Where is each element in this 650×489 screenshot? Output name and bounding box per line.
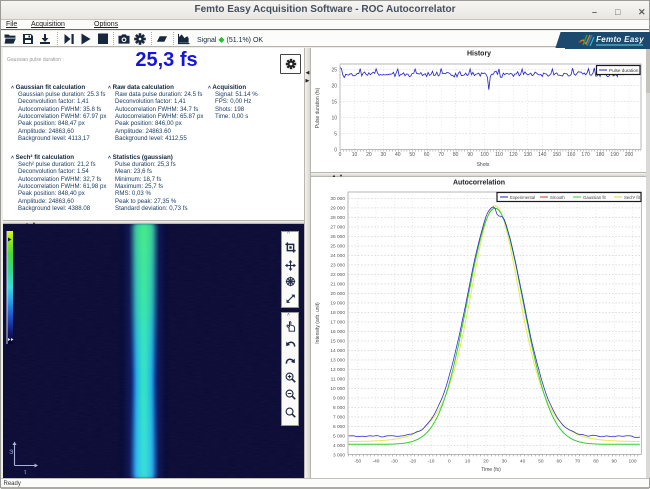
svg-text:12 000: 12 000 bbox=[330, 367, 345, 373]
svg-text:29 000: 29 000 bbox=[330, 206, 345, 212]
svg-text:150: 150 bbox=[553, 152, 562, 158]
svg-text:ω: ω bbox=[9, 449, 15, 454]
svg-text:22 000: 22 000 bbox=[330, 272, 345, 278]
svg-text:-40: -40 bbox=[373, 459, 380, 465]
svg-text:170: 170 bbox=[581, 152, 590, 158]
svg-text:Experimental: Experimental bbox=[510, 195, 535, 200]
svg-text:160: 160 bbox=[567, 152, 576, 158]
svg-text:60: 60 bbox=[557, 459, 563, 465]
svg-text:140: 140 bbox=[538, 152, 547, 158]
svg-text:0: 0 bbox=[339, 152, 342, 158]
svg-text:20 000: 20 000 bbox=[330, 291, 345, 297]
svg-text:30: 30 bbox=[502, 459, 508, 465]
svg-text:60: 60 bbox=[424, 152, 430, 158]
svg-text:30 000: 30 000 bbox=[330, 196, 345, 202]
svg-text:20: 20 bbox=[331, 83, 337, 89]
svg-text:20: 20 bbox=[366, 152, 372, 158]
svg-text:6 000: 6 000 bbox=[333, 424, 345, 430]
svg-text:50: 50 bbox=[538, 459, 544, 465]
svg-text:4 000: 4 000 bbox=[333, 443, 345, 449]
svg-text:3 000: 3 000 bbox=[333, 453, 345, 459]
svg-text:15 000: 15 000 bbox=[330, 339, 345, 345]
svg-text:40: 40 bbox=[395, 152, 401, 158]
svg-text:50: 50 bbox=[409, 152, 415, 158]
svg-text:21 000: 21 000 bbox=[330, 282, 345, 288]
svg-text:-20: -20 bbox=[409, 459, 416, 465]
svg-text:180: 180 bbox=[596, 152, 605, 158]
svg-text:70: 70 bbox=[575, 459, 581, 465]
svg-text:90: 90 bbox=[612, 459, 618, 465]
svg-text:-10: -10 bbox=[428, 459, 435, 465]
svg-text:28 000: 28 000 bbox=[330, 215, 345, 221]
svg-text:Smooth: Smooth bbox=[550, 195, 565, 200]
svg-text:10: 10 bbox=[465, 459, 471, 465]
svg-text:130: 130 bbox=[524, 152, 533, 158]
svg-text:110: 110 bbox=[495, 152, 503, 158]
svg-text:Pulse duration: Pulse duration bbox=[609, 68, 639, 73]
svg-text:0: 0 bbox=[334, 147, 337, 153]
svg-text:-50: -50 bbox=[354, 459, 361, 465]
svg-text:Time (fs): Time (fs) bbox=[481, 467, 501, 473]
svg-text:10 000: 10 000 bbox=[330, 386, 345, 392]
svg-text:-30: -30 bbox=[391, 459, 398, 465]
svg-text:Autocorrelation: Autocorrelation bbox=[453, 180, 505, 187]
svg-text:Shots: Shots bbox=[477, 162, 490, 168]
svg-text:25: 25 bbox=[331, 67, 337, 73]
svg-text:120: 120 bbox=[509, 152, 518, 158]
svg-text:20: 20 bbox=[483, 459, 489, 465]
svg-text:90: 90 bbox=[467, 152, 473, 158]
svg-text:200: 200 bbox=[625, 152, 634, 158]
svg-text:70: 70 bbox=[438, 152, 444, 158]
svg-text:30: 30 bbox=[381, 152, 387, 158]
svg-text:18 000: 18 000 bbox=[330, 310, 345, 316]
svg-text:19 000: 19 000 bbox=[330, 301, 345, 307]
svg-text:26 000: 26 000 bbox=[330, 234, 345, 240]
svg-text:10: 10 bbox=[331, 115, 337, 121]
svg-text:17 000: 17 000 bbox=[330, 320, 345, 326]
svg-text:23 000: 23 000 bbox=[330, 263, 345, 269]
svg-text:History: History bbox=[467, 51, 491, 58]
svg-text:100: 100 bbox=[628, 459, 636, 465]
svg-text:27 000: 27 000 bbox=[330, 225, 345, 231]
svg-text:5 000: 5 000 bbox=[333, 434, 345, 440]
svg-text:Gaussian fit: Gaussian fit bbox=[583, 195, 606, 200]
svg-text:0: 0 bbox=[448, 459, 451, 465]
svg-text:100: 100 bbox=[480, 152, 489, 158]
svg-text:25 000: 25 000 bbox=[330, 244, 345, 250]
svg-text:7 000: 7 000 bbox=[333, 415, 345, 421]
svg-text:13 000: 13 000 bbox=[330, 358, 345, 364]
svg-text:8 000: 8 000 bbox=[333, 405, 345, 411]
svg-text:11 000: 11 000 bbox=[331, 377, 346, 383]
svg-text:10: 10 bbox=[352, 152, 358, 158]
svg-text:14 000: 14 000 bbox=[330, 348, 345, 354]
svg-text:Intensity (arb. unit): Intensity (arb. unit) bbox=[315, 302, 321, 344]
svg-text:Sech² fit: Sech² fit bbox=[624, 195, 641, 200]
svg-text:80: 80 bbox=[453, 152, 459, 158]
svg-text:5: 5 bbox=[334, 131, 337, 137]
svg-text:80: 80 bbox=[593, 459, 599, 465]
svg-text:Pulse duration (fs): Pulse duration (fs) bbox=[315, 87, 321, 128]
svg-text:16 000: 16 000 bbox=[330, 329, 345, 335]
svg-text:190: 190 bbox=[610, 152, 619, 158]
svg-text:15: 15 bbox=[331, 99, 337, 105]
svg-text:24 000: 24 000 bbox=[330, 253, 345, 259]
svg-text:40: 40 bbox=[520, 459, 526, 465]
svg-text:9 000: 9 000 bbox=[333, 396, 345, 402]
